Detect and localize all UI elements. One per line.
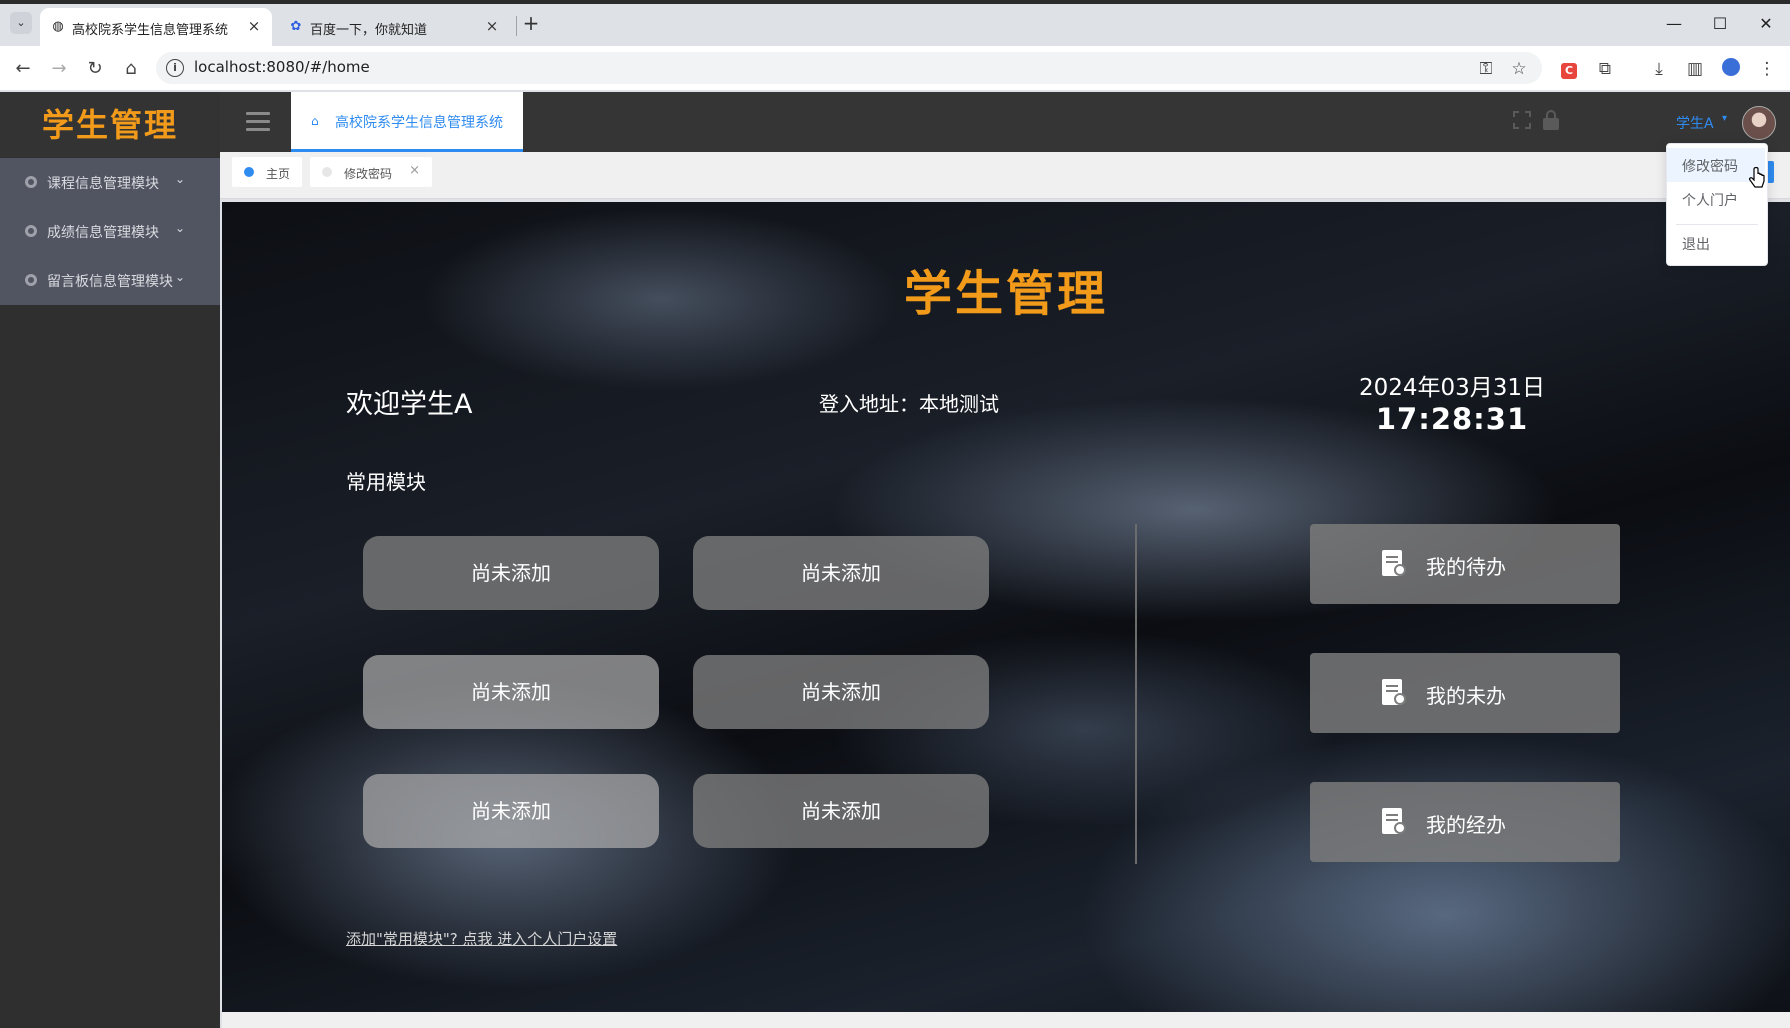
browser-tab-title: 百度一下，你就知道 <box>310 23 428 38</box>
portal-settings-link[interactable]: 添加"常用模块"? 点我 进入个人门户设置 <box>346 928 617 949</box>
my-todo-button[interactable]: 我的待办 <box>1310 524 1620 604</box>
handled-doc-icon <box>1382 808 1406 834</box>
site-info-icon[interactable]: i <box>166 59 184 77</box>
home-icon[interactable]: ⌂ <box>120 58 142 80</box>
url-text[interactable]: localhost:8080/#/home <box>194 58 370 76</box>
dropdown-item-logout[interactable]: 退出 <box>1682 234 1710 254</box>
tab-home-system[interactable]: ⌂ 高校院系学生信息管理系统 <box>291 92 523 152</box>
side-button-label: 我的待办 <box>1426 555 1506 579</box>
my-handled-button[interactable]: 我的经办 <box>1310 782 1620 862</box>
minimize-button[interactable]: — <box>1654 10 1694 38</box>
reload-icon[interactable]: ↻ <box>84 58 106 80</box>
close-tag-icon[interactable]: × <box>409 163 420 178</box>
back-arrow-icon[interactable]: ← <box>12 58 34 80</box>
gear-icon <box>25 274 37 286</box>
sidebar-logo: 学生管理 <box>41 106 178 144</box>
tag-change-password[interactable]: 修改密码 × <box>310 157 432 187</box>
sidebar-item-messageboard[interactable]: 留言板信息管理模块 ⌄ <box>0 256 220 305</box>
current-date: 2024年03月31日 <box>1358 375 1546 401</box>
chevron-down-icon: ⌄ <box>175 221 186 235</box>
my-pending-button[interactable]: 我的未办 <box>1310 653 1620 733</box>
close-tab-icon[interactable]: × <box>246 18 262 34</box>
dashboard-content: 学生管理 欢迎学生A 登入地址：本地测试 2024年03月31日 17:28:3… <box>222 202 1790 1012</box>
side-panel-icon[interactable]: ▥ <box>1684 58 1706 80</box>
browser-tab-title: 高校院系学生信息管理系统 <box>72 23 229 38</box>
hand-cursor-icon <box>1749 167 1765 188</box>
bookmark-star-icon[interactable]: ☆ <box>1508 58 1530 80</box>
maximize-button[interactable]: ☐ <box>1700 10 1740 38</box>
download-icon[interactable]: ⤓ <box>1648 58 1670 80</box>
tag-label: 修改密码 <box>344 167 393 181</box>
inactive-dot-icon <box>322 167 332 177</box>
sidebar-item-label: 成绩信息管理模块 <box>47 225 159 241</box>
new-tab-button[interactable]: + <box>521 13 541 34</box>
quick-module-button[interactable]: 尚未添加 <box>693 536 989 610</box>
close-window-button[interactable]: ✕ <box>1746 10 1786 38</box>
gear-icon <box>25 176 37 188</box>
browser-menu-icon[interactable]: ⋮ <box>1756 58 1778 80</box>
window-top-edge <box>0 0 1790 4</box>
gear-icon <box>25 225 37 237</box>
password-key-icon[interactable]: ⚿ <box>1475 58 1497 80</box>
chevron-down-icon: ⌄ <box>175 270 186 284</box>
hamburger-menu-icon[interactable] <box>246 112 270 132</box>
quick-module-button[interactable]: 尚未添加 <box>363 536 659 610</box>
globe-icon: ◍ <box>52 19 64 34</box>
tab-separator <box>516 16 517 36</box>
quick-module-button[interactable]: 尚未添加 <box>693 655 989 729</box>
user-name[interactable]: 学生A <box>1676 113 1714 133</box>
content-logo: 学生管理 <box>903 266 1108 322</box>
sidebar-item-grades[interactable]: 成绩信息管理模块 ⌄ <box>0 207 220 256</box>
footer-strip <box>222 1012 1790 1028</box>
side-button-label: 我的经办 <box>1426 813 1506 837</box>
avatar[interactable] <box>1742 106 1776 140</box>
login-address: 登入地址：本地测试 <box>819 392 999 416</box>
browser-tab-inactive[interactable]: ✿ 百度一下，你就知道 × <box>278 8 510 46</box>
close-tab-icon[interactable]: × <box>484 18 500 34</box>
baidu-paw-icon: ✿ <box>290 19 302 34</box>
tab-label: 高校院系学生信息管理系统 <box>335 115 503 131</box>
dropdown-item-personal-portal[interactable]: 个人门户 <box>1682 190 1738 210</box>
sidebar-item-course[interactable]: 课程信息管理模块 ⌄ <box>0 158 220 207</box>
browser-tab-active[interactable]: ◍ 高校院系学生信息管理系统 × <box>40 8 272 46</box>
extensions-puzzle-icon[interactable]: ⧉ <box>1594 58 1616 80</box>
current-time: 17:28:31 <box>1375 402 1529 436</box>
lock-icon[interactable] <box>1543 110 1559 130</box>
dropdown-divider <box>1676 224 1758 225</box>
common-modules-title: 常用模块 <box>346 470 426 494</box>
quick-module-button[interactable]: 尚未添加 <box>363 655 659 729</box>
side-button-label: 我的未办 <box>1426 684 1506 708</box>
home-icon: ⌂ <box>311 114 319 128</box>
todo-doc-icon <box>1382 550 1406 576</box>
forward-arrow-icon[interactable]: → <box>48 58 70 80</box>
profile-icon[interactable] <box>1720 58 1742 80</box>
tab-search-button[interactable]: ⌄ <box>10 12 32 34</box>
chevron-down-icon: ⌄ <box>175 172 186 186</box>
tag-label: 主页 <box>266 167 291 181</box>
extension-c-icon[interactable]: C <box>1558 58 1580 80</box>
welcome-text: 欢迎学生A <box>346 389 473 420</box>
tags-view-bar <box>220 152 1790 199</box>
fullscreen-icon[interactable] <box>1513 111 1531 129</box>
pending-doc-icon <box>1382 679 1406 705</box>
sidebar-item-label: 课程信息管理模块 <box>47 176 159 192</box>
quick-module-button[interactable]: 尚未添加 <box>363 774 659 848</box>
active-dot-icon <box>244 167 254 177</box>
sidebar-item-label: 留言板信息管理模块 <box>47 274 173 290</box>
section-divider <box>1135 524 1137 864</box>
tag-home[interactable]: 主页 <box>232 157 302 187</box>
dropdown-item-change-password[interactable]: 修改密码 <box>1682 156 1738 176</box>
caret-down-icon[interactable]: ▾ <box>1722 113 1727 124</box>
quick-module-button[interactable]: 尚未添加 <box>693 774 989 848</box>
